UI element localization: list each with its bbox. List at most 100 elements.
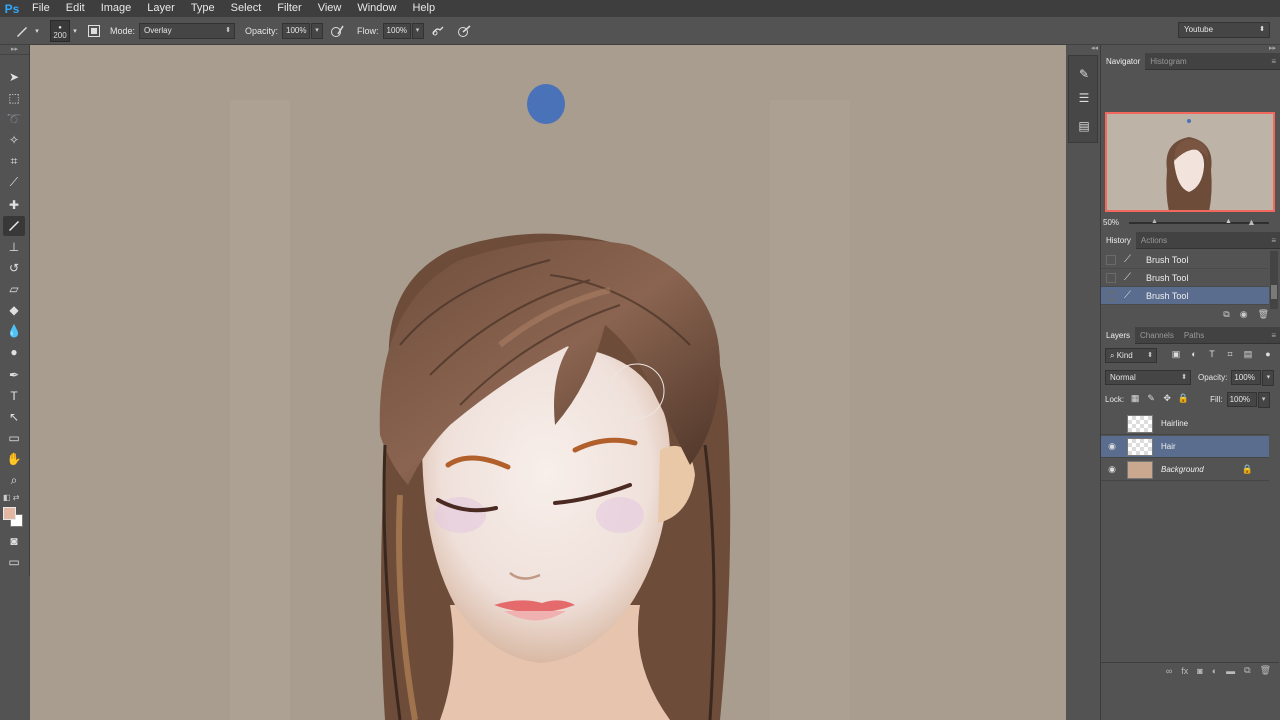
lasso-tool[interactable]: ➰	[3, 109, 25, 129]
menu-select[interactable]: Select	[223, 0, 270, 17]
tab-histogram[interactable]: Histogram	[1145, 53, 1191, 70]
blend-mode-select[interactable]: Normal ⬍	[1105, 370, 1191, 385]
tab-navigator[interactable]: Navigator	[1101, 52, 1146, 70]
tab-channels[interactable]: Channels	[1135, 327, 1179, 344]
menu-window[interactable]: Window	[349, 0, 404, 17]
mode-select[interactable]: Overlay ⬍	[139, 22, 236, 39]
layer-opacity-dropdown-icon[interactable]: ▾	[1262, 369, 1275, 386]
default-colors-icon[interactable]: ◧ ⇄	[3, 493, 19, 502]
new-document-from-state-icon[interactable]: ⧉	[1223, 309, 1229, 320]
healing-brush-tool[interactable]: ✚	[3, 195, 25, 215]
pixel-filter-icon[interactable]: ▣	[1169, 349, 1183, 363]
hand-tool[interactable]: ✋	[3, 449, 25, 469]
panel-menu-icon[interactable]: ≡	[1271, 232, 1276, 249]
layer-style-icon[interactable]: fx	[1181, 666, 1188, 676]
history-brush-tool[interactable]: ↺	[3, 258, 25, 278]
crop-tool[interactable]: ⌗	[3, 151, 25, 171]
quick-select-tool[interactable]: ✧	[3, 130, 25, 150]
zoom-tool[interactable]: ⌕	[3, 470, 25, 490]
tab-layers[interactable]: Layers	[1101, 326, 1136, 344]
pressure-opacity-icon[interactable]	[327, 21, 347, 41]
brush-size-picker[interactable]: ● 200	[50, 19, 70, 42]
lock-transparency-icon[interactable]: ▦	[1128, 393, 1142, 407]
new-layer-icon[interactable]: ⧉	[1244, 665, 1250, 676]
zoom-out-icon[interactable]: ▲	[1151, 218, 1158, 225]
eyedropper-tool[interactable]: ⟋	[3, 172, 25, 192]
marquee-tool[interactable]: ⬚	[3, 88, 25, 108]
quick-mask-button[interactable]: ◙	[3, 531, 25, 551]
history-snapshot-box[interactable]	[1106, 272, 1116, 283]
screen-mode-button[interactable]: ▭	[3, 552, 25, 572]
pen-tool[interactable]: ✒	[3, 365, 25, 385]
navigator-zoom-value[interactable]: 50%	[1103, 218, 1119, 227]
panel-menu-icon[interactable]: ≡	[1271, 53, 1276, 70]
workspace-select[interactable]: Youtube ⬍	[1178, 22, 1270, 38]
adjustments-icon[interactable]: ☰	[1076, 90, 1092, 106]
layer-name[interactable]: Background	[1161, 465, 1204, 474]
move-tool[interactable]: ➤	[3, 67, 25, 87]
menu-image[interactable]: Image	[93, 0, 140, 17]
brush-presets-icon[interactable]: ✎	[1076, 66, 1092, 82]
menu-filter[interactable]: Filter	[269, 0, 309, 17]
history-state[interactable]: ⟋ Brush Tool	[1101, 269, 1269, 287]
layer-row[interactable]: Hairline	[1101, 413, 1269, 435]
blur-tool[interactable]: 💧	[3, 321, 25, 341]
layer-row-selected[interactable]: ◉ Hair	[1101, 436, 1269, 458]
preset-dropdown-icon[interactable]: ▾	[32, 21, 42, 41]
history-state[interactable]: ⟋ Brush Tool	[1101, 251, 1269, 269]
airbrush-icon[interactable]	[428, 21, 448, 41]
eye-icon[interactable]: ◉	[1101, 441, 1123, 452]
shape-filter-icon[interactable]: ⌗	[1223, 349, 1237, 363]
menu-help[interactable]: Help	[404, 0, 443, 17]
layer-row[interactable]: ◉ Background 🔒	[1101, 459, 1269, 481]
scrollbar-thumb[interactable]	[1271, 285, 1277, 299]
clone-stamp-tool[interactable]: ⊥	[3, 237, 25, 257]
history-state-current[interactable]: ⟋ Brush Tool	[1101, 287, 1269, 305]
lock-all-icon[interactable]: 🔒	[1176, 393, 1190, 407]
dodge-tool[interactable]: ●	[3, 342, 25, 362]
type-filter-icon[interactable]: T	[1205, 349, 1219, 363]
flow-field[interactable]: 100%	[382, 22, 411, 39]
fill-field[interactable]: 100%	[1226, 392, 1257, 407]
fill-dropdown-icon[interactable]: ▾	[1257, 391, 1270, 408]
panel-menu-icon[interactable]: ≡	[1271, 327, 1276, 344]
properties-icon[interactable]: ▤	[1076, 118, 1092, 134]
menu-view[interactable]: View	[310, 0, 350, 17]
opacity-dropdown-icon[interactable]: ▾	[311, 22, 324, 39]
tab-history[interactable]: History	[1101, 231, 1136, 249]
brush-size-dropdown-icon[interactable]: ▾	[70, 21, 80, 41]
history-snapshot-box[interactable]	[1106, 290, 1116, 301]
trash-icon[interactable]: 🗑	[1258, 309, 1269, 320]
layer-name[interactable]: Hair	[1161, 442, 1176, 451]
opacity-field[interactable]: 100%	[282, 22, 311, 39]
adjustment-filter-icon[interactable]: ◐	[1187, 349, 1201, 363]
new-snapshot-icon[interactable]: ◉	[1240, 309, 1248, 320]
layer-name[interactable]: Hairline	[1161, 419, 1188, 428]
tab-actions[interactable]: Actions	[1136, 232, 1172, 249]
slider-knob-icon[interactable]: ▲	[1225, 218, 1232, 225]
brush-panel-toggle-icon[interactable]	[84, 21, 104, 41]
layer-filter-select[interactable]: ⌕ Kind ⬍	[1105, 348, 1157, 363]
zoom-in-icon[interactable]: ▲	[1247, 217, 1256, 227]
history-snapshot-box[interactable]	[1106, 254, 1116, 265]
menu-layer[interactable]: Layer	[139, 0, 183, 17]
filter-toggle-icon[interactable]: ●	[1261, 349, 1275, 363]
layer-opacity-field[interactable]: 100%	[1231, 370, 1262, 385]
smart-object-filter-icon[interactable]: ▤	[1241, 349, 1255, 363]
tab-paths[interactable]: Paths	[1179, 327, 1209, 344]
adjustment-layer-icon[interactable]: ◐	[1212, 666, 1217, 676]
trash-icon[interactable]: 🗑	[1260, 665, 1271, 676]
type-tool[interactable]: T	[3, 386, 25, 406]
lock-pixels-icon[interactable]: ✎	[1144, 393, 1158, 407]
menu-edit[interactable]: Edit	[58, 0, 93, 17]
navigator-view-box[interactable]	[1105, 112, 1275, 212]
new-group-icon[interactable]: ▬	[1226, 666, 1235, 676]
foreground-color-swatch[interactable]	[3, 507, 16, 520]
brush-tool[interactable]	[3, 216, 25, 236]
lock-position-icon[interactable]: ✥	[1160, 393, 1174, 407]
flow-dropdown-icon[interactable]: ▾	[411, 22, 424, 39]
add-mask-icon[interactable]: ◙	[1197, 666, 1202, 676]
eraser-tool[interactable]: ▱	[3, 279, 25, 299]
eye-icon[interactable]: ◉	[1101, 464, 1123, 475]
brush-tool-preset-icon[interactable]	[12, 21, 32, 41]
